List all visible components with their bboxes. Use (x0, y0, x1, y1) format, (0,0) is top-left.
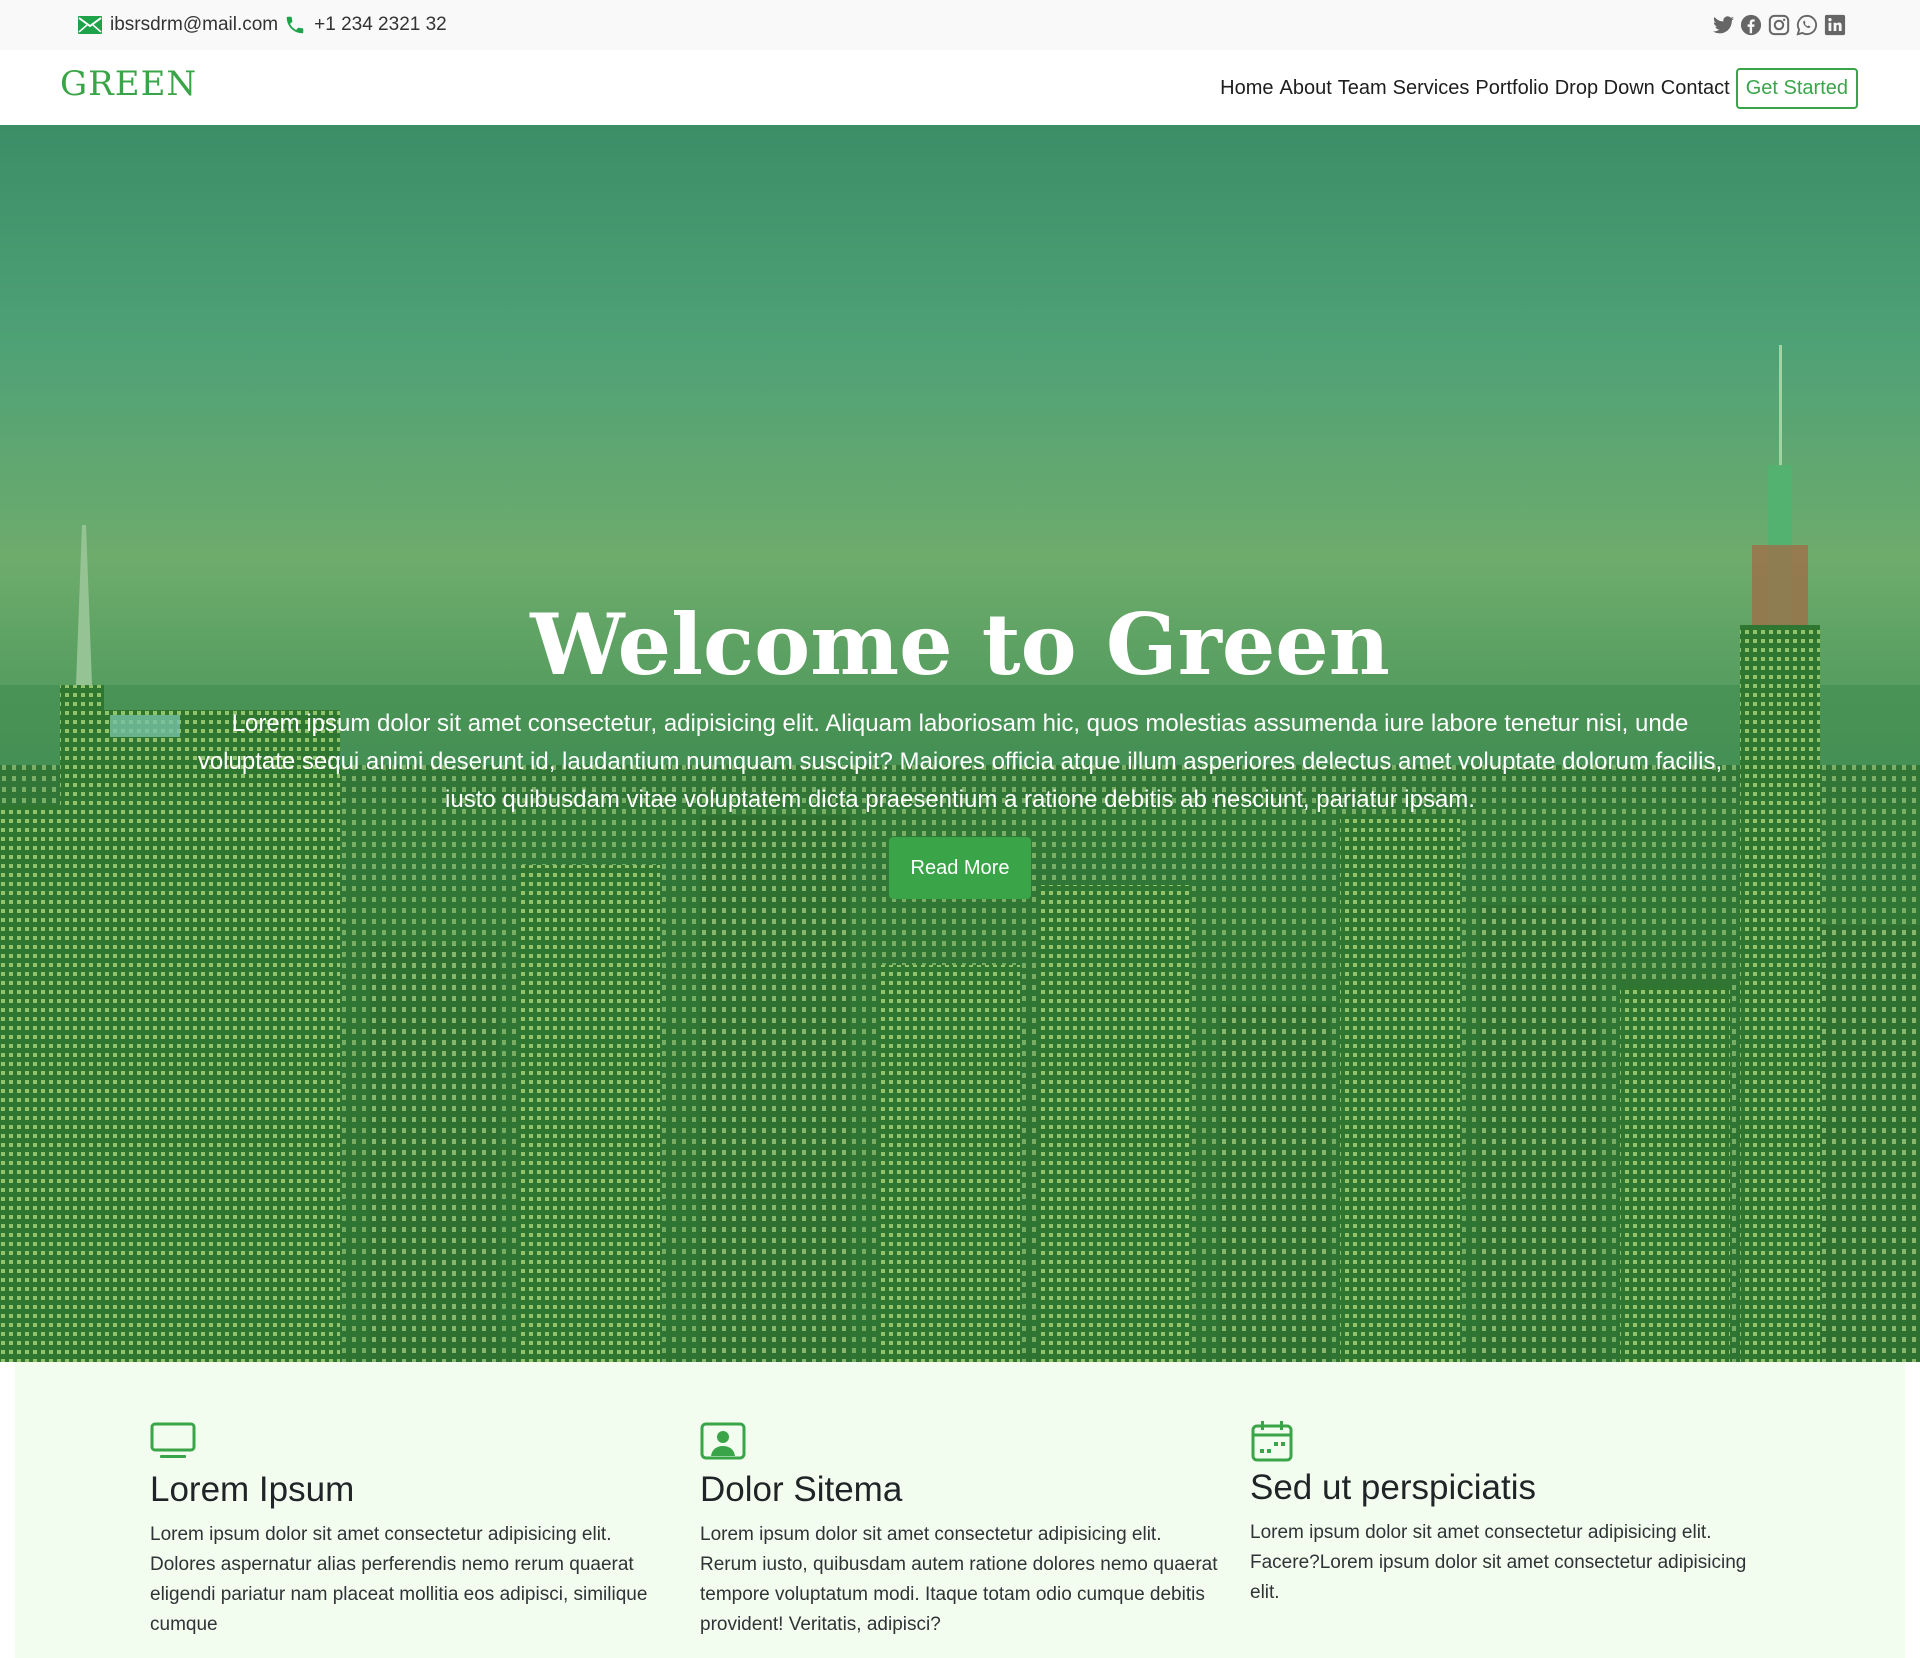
monitor-icon (150, 1422, 196, 1464)
feature-title: Sed ut perspiciatis (1250, 1468, 1536, 1507)
nav-services[interactable]: Services (1393, 77, 1470, 100)
feature-text: Lorem ipsum dolor sit amet consectetur a… (1250, 1522, 1747, 1603)
calendar-icon (1250, 1420, 1296, 1462)
linkedin-icon[interactable] (1824, 14, 1846, 36)
nav-home[interactable]: Home (1220, 77, 1273, 100)
phone-text: +1 234 2321 32 (314, 14, 447, 35)
facebook-icon[interactable] (1740, 14, 1762, 36)
read-more-button[interactable]: Read More (889, 837, 1031, 899)
twitter-icon[interactable] (1712, 14, 1734, 36)
social-links (1712, 0, 1846, 50)
hero-section: Welcome to Green Lorem ipsum dolor sit a… (0, 125, 1920, 1362)
feature-card: Dolor Sitema Lorem ipsum dolor sit amet … (700, 1422, 1220, 1640)
whatsapp-icon[interactable] (1796, 14, 1818, 36)
phone-item[interactable]: +1 234 2321 32 (284, 14, 447, 36)
feature-title: Dolor Sitema (700, 1470, 903, 1509)
navbar: GREEN Home About Team Services Portfolio… (0, 50, 1920, 125)
phone-icon (284, 14, 306, 36)
nav-team[interactable]: Team (1338, 77, 1387, 100)
main-menu: Home About Team Services Portfolio Drop … (1214, 68, 1858, 109)
person-badge-icon (700, 1422, 746, 1464)
email-item[interactable]: ibsrsdrm@mail.com (78, 14, 278, 36)
site-logo[interactable]: GREEN (60, 64, 197, 104)
contact-info: ibsrsdrm@mail.com +1 234 2321 32 (78, 0, 453, 50)
feature-text: Lorem ipsum dolor sit amet consectetur a… (150, 1524, 648, 1635)
feature-card: Sed ut perspiciatis Lorem ipsum dolor si… (1250, 1420, 1770, 1608)
hero-text: Lorem ipsum dolor sit amet consectetur, … (197, 710, 1723, 813)
nav-drop-down[interactable]: Drop Down (1555, 77, 1655, 100)
nav-about[interactable]: About (1279, 77, 1331, 100)
topbar: ibsrsdrm@mail.com +1 234 2321 32 (0, 0, 1920, 50)
feature-card: Lorem Ipsum Lorem ipsum dolor sit amet c… (150, 1422, 670, 1640)
nav-contact[interactable]: Contact (1661, 77, 1730, 100)
get-started-button[interactable]: Get Started (1735, 68, 1858, 109)
feature-text: Lorem ipsum dolor sit amet consectetur a… (700, 1524, 1218, 1635)
email-text: ibsrsdrm@mail.com (110, 14, 279, 35)
nav-portfolio[interactable]: Portfolio (1475, 77, 1548, 100)
envelope-icon (78, 16, 102, 34)
features-section: Lorem Ipsum Lorem ipsum dolor sit amet c… (15, 1362, 1905, 1658)
feature-title: Lorem Ipsum (150, 1470, 355, 1509)
instagram-icon[interactable] (1768, 14, 1790, 36)
hero-title: Welcome to Green (530, 595, 1390, 694)
